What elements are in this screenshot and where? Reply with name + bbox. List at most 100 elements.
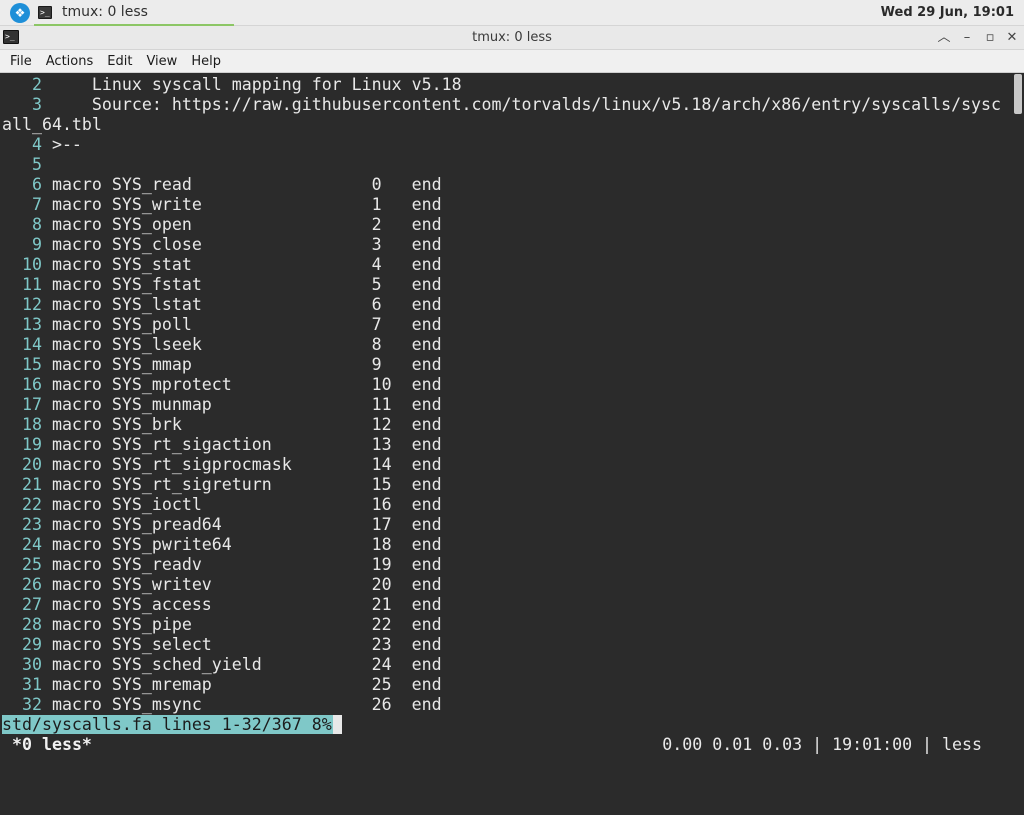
- terminal-icon: >_: [38, 5, 52, 19]
- terminal-line: 21 macro SYS_rt_sigreturn 15 end: [2, 475, 1010, 495]
- line-text: >--: [51, 135, 82, 154]
- line-text: macro SYS_pipe 22 end: [51, 615, 442, 634]
- line-text: macro SYS_rt_sigaction 13 end: [51, 435, 442, 454]
- terminal-line: 32 macro SYS_msync 26 end: [2, 695, 1010, 715]
- line-number: 15: [2, 355, 52, 374]
- desktop-panel: ❖ >_ tmux: 0 less Wed 29 Jun, 19:01: [0, 0, 1024, 26]
- line-number: 8: [2, 215, 52, 234]
- line-number: 12: [2, 295, 52, 314]
- line-number: 2: [2, 75, 52, 94]
- terminal-line: 9 macro SYS_close 3 end: [2, 235, 1010, 255]
- line-number: 27: [2, 595, 52, 614]
- terminal-output: 2 Linux syscall mapping for Linux v5.18 …: [2, 75, 1010, 715]
- terminal[interactable]: 2 Linux syscall mapping for Linux v5.18 …: [0, 73, 1024, 768]
- terminal-line: 7 macro SYS_write 1 end: [2, 195, 1010, 215]
- clock[interactable]: Wed 29 Jun, 19:01: [881, 0, 1014, 26]
- line-text: macro SYS_mmap 9 end: [51, 355, 442, 374]
- terminal-line: 12 macro SYS_lstat 6 end: [2, 295, 1010, 315]
- menu-file[interactable]: File: [0, 50, 39, 73]
- terminal-line: 28 macro SYS_pipe 22 end: [2, 615, 1010, 635]
- line-text: Linux syscall mapping for Linux v5.18: [51, 75, 462, 94]
- close-icon[interactable]: ✕: [1002, 28, 1022, 48]
- cursor: [332, 715, 342, 734]
- terminal-line: 16 macro SYS_mprotect 10 end: [2, 375, 1010, 395]
- line-text: macro SYS_rt_sigprocmask 14 end: [51, 455, 442, 474]
- line-text: macro SYS_access 21 end: [51, 595, 442, 614]
- terminal-line: 4 >--: [2, 135, 1010, 155]
- tmux-status-bar: *0 less* 0.00 0.01 0.03 | 19:01:00 | les…: [0, 735, 1012, 755]
- taskbar-entry-label: tmux: 0 less: [62, 4, 148, 20]
- shade-icon[interactable]: ︿: [934, 28, 954, 48]
- line-text: Source: https://raw.githubusercontent.co…: [51, 95, 1002, 114]
- line-number: 14: [2, 335, 52, 354]
- line-number: 13: [2, 315, 52, 334]
- less-status-text: std/syscalls.fa lines 1-32/367 8%: [2, 715, 333, 734]
- terminal-line: 27 macro SYS_access 21 end: [2, 595, 1010, 615]
- line-text: macro SYS_read 0 end: [51, 175, 442, 194]
- menu-view[interactable]: View: [139, 50, 184, 73]
- line-text: macro SYS_rt_sigreturn 15 end: [51, 475, 442, 494]
- terminal-line: 19 macro SYS_rt_sigaction 13 end: [2, 435, 1010, 455]
- terminal-line: 31 macro SYS_mremap 25 end: [2, 675, 1010, 695]
- terminal-line: 22 macro SYS_ioctl 16 end: [2, 495, 1010, 515]
- terminal-line: 24 macro SYS_pwrite64 18 end: [2, 535, 1010, 555]
- line-number: 29: [2, 635, 52, 654]
- line-number: 21: [2, 475, 52, 494]
- tmux-window-tab[interactable]: *0 less*: [12, 735, 92, 755]
- line-text: macro SYS_mremap 25 end: [51, 675, 442, 694]
- line-text: macro SYS_writev 20 end: [51, 575, 442, 594]
- line-text: macro SYS_open 2 end: [51, 215, 442, 234]
- line-text: macro SYS_write 1 end: [51, 195, 442, 214]
- terminal-line: 20 macro SYS_rt_sigprocmask 14 end: [2, 455, 1010, 475]
- line-text: macro SYS_msync 26 end: [51, 695, 442, 714]
- line-number: 16: [2, 375, 52, 394]
- terminal-line: 17 macro SYS_munmap 11 end: [2, 395, 1010, 415]
- line-number: 28: [2, 615, 52, 634]
- line-text: macro SYS_stat 4 end: [51, 255, 442, 274]
- window-title: tmux: 0 less: [472, 30, 552, 45]
- line-text: macro SYS_mprotect 10 end: [51, 375, 442, 394]
- terminal-line: 13 macro SYS_poll 7 end: [2, 315, 1010, 335]
- menu-actions[interactable]: Actions: [39, 50, 101, 73]
- window-titlebar[interactable]: >_ tmux: 0 less ︿ – ▫ ✕: [0, 26, 1024, 50]
- line-number: 18: [2, 415, 52, 434]
- terminal-line: 8 macro SYS_open 2 end: [2, 215, 1010, 235]
- minimize-icon[interactable]: –: [957, 28, 977, 48]
- line-text: macro SYS_select 23 end: [51, 635, 442, 654]
- line-number: 20: [2, 455, 52, 474]
- terminal-line: 3 Source: https://raw.githubusercontent.…: [2, 95, 1010, 115]
- line-text: macro SYS_lstat 6 end: [51, 295, 442, 314]
- terminal-line: 26 macro SYS_writev 20 end: [2, 575, 1010, 595]
- line-number: 10: [2, 255, 52, 274]
- line-number: 5: [2, 155, 52, 174]
- line-text: all_64.tbl: [2, 115, 102, 134]
- app-menu-icon[interactable]: ❖: [10, 3, 30, 23]
- scrollbar-thumb[interactable]: [1014, 74, 1022, 114]
- taskbar-entry[interactable]: >_ tmux: 0 less: [34, 0, 234, 26]
- line-number: 26: [2, 575, 52, 594]
- line-text: macro SYS_ioctl 16 end: [51, 495, 442, 514]
- terminal-line: 5: [2, 155, 1010, 175]
- menu-help[interactable]: Help: [184, 50, 228, 73]
- line-number: 23: [2, 515, 52, 534]
- terminal-line: 6 macro SYS_read 0 end: [2, 175, 1010, 195]
- terminal-line: 15 macro SYS_mmap 9 end: [2, 355, 1010, 375]
- terminal-line: 10 macro SYS_stat 4 end: [2, 255, 1010, 275]
- line-text: macro SYS_munmap 11 end: [51, 395, 442, 414]
- terminal-line: 11 macro SYS_fstat 5 end: [2, 275, 1010, 295]
- menu-edit[interactable]: Edit: [100, 50, 139, 73]
- line-text: macro SYS_brk 12 end: [51, 415, 442, 434]
- maximize-icon[interactable]: ▫: [980, 28, 1000, 48]
- line-number: 24: [2, 535, 52, 554]
- line-text: macro SYS_fstat 5 end: [51, 275, 442, 294]
- line-number: 4: [2, 135, 52, 154]
- menubar: File Actions Edit View Help: [0, 50, 1024, 73]
- tmux-status-right: 0.00 0.01 0.03 | 19:01:00 | less: [662, 735, 982, 754]
- line-number: 32: [2, 695, 52, 714]
- line-number: 30: [2, 655, 52, 674]
- scrollbar[interactable]: [1012, 73, 1024, 768]
- terminal-line: 14 macro SYS_lseek 8 end: [2, 335, 1010, 355]
- line-text: macro SYS_lseek 8 end: [51, 335, 442, 354]
- line-number: 6: [2, 175, 52, 194]
- line-text: macro SYS_poll 7 end: [51, 315, 442, 334]
